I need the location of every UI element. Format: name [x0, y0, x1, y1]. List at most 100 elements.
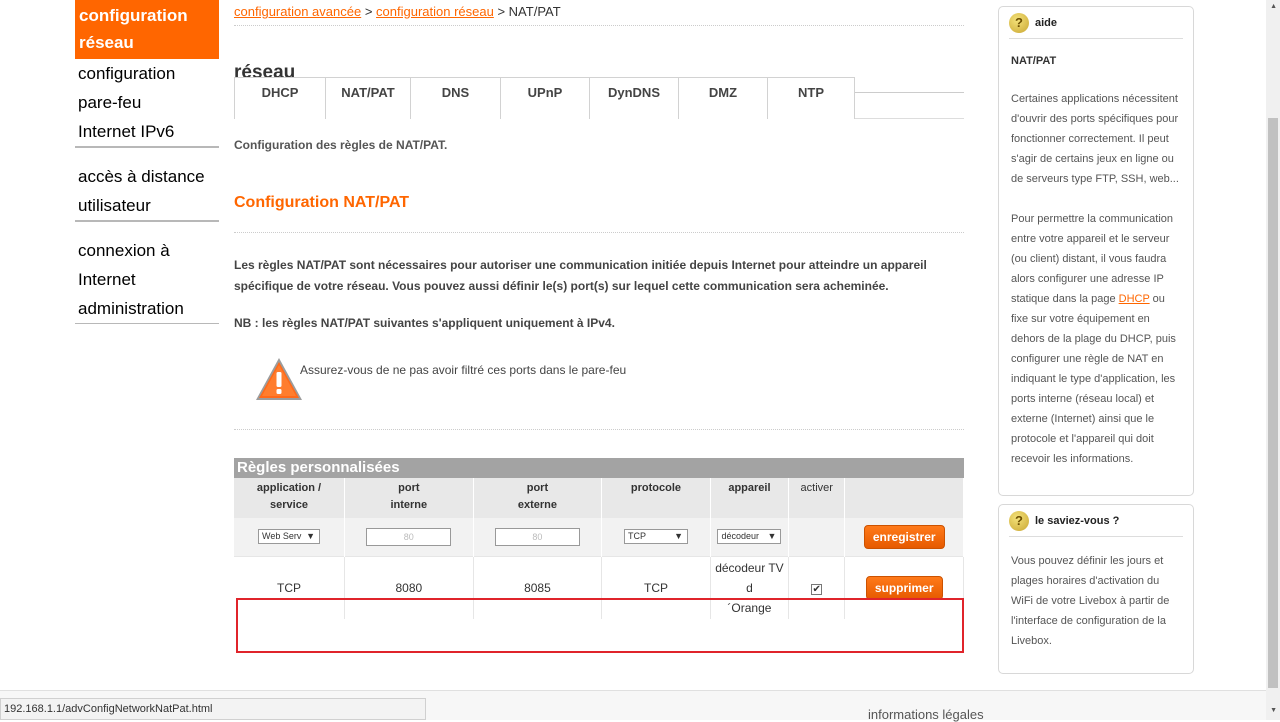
select-value: Web Serv: [262, 531, 302, 542]
device-name: ´Orange: [727, 600, 772, 615]
cell-enable: [788, 518, 846, 556]
cell-actions: supprimer: [844, 555, 964, 619]
sidebar-item-label: administration: [78, 299, 184, 318]
scroll-down-icon[interactable]: ▼: [1270, 707, 1277, 714]
sidebar-item-ipv6[interactable]: Internet IPv6: [75, 117, 219, 147]
sidebar-item-firewall[interactable]: configuration: [75, 59, 219, 88]
sidebar-item-network-config[interactable]: configuration réseau: [75, 0, 219, 59]
save-button[interactable]: enregistrer: [863, 524, 945, 549]
cell-protocol: TCP: [601, 555, 711, 619]
cell-protocol: TCP ▼: [601, 518, 711, 556]
cell-enable: ✔: [788, 555, 846, 619]
header-label: interne: [390, 499, 428, 511]
breadcrumb-separator: >: [361, 4, 377, 19]
section-title: Configuration NAT/PAT: [234, 194, 964, 233]
page-scrollbar[interactable]: ▲ ▼: [1266, 0, 1280, 720]
header-external-port: port externe: [473, 478, 603, 518]
cell-actions: enregistrer: [844, 518, 964, 556]
breadcrumb-link-advanced-config[interactable]: configuration avancée: [234, 4, 361, 19]
header-protocol: protocole: [601, 478, 711, 518]
browser-status-bar: 192.168.1.1/advConfigNetworkNatPat.html: [0, 698, 426, 720]
select-value: décodeur: [721, 531, 759, 542]
sidebar-item-user[interactable]: utilisateur: [75, 191, 219, 221]
sidebar-item-label: configuration: [78, 64, 176, 83]
breadcrumb-current: NAT/PAT: [508, 4, 561, 19]
help-panel: ? aide NAT/PAT Certaines applications né…: [998, 6, 1194, 496]
help-subtitle: NAT/PAT: [1011, 55, 1057, 67]
tip-text: Vous pouvez définir les jours et plages …: [1011, 555, 1170, 647]
help-text: Pour permettre la communication entre vo…: [1011, 213, 1174, 305]
sidebar-item-internet-connection[interactable]: connexion à: [75, 236, 219, 265]
warning-text: Assurez-vous de ne pas avoir filtré ces …: [300, 363, 627, 377]
tip-panel-title: le saviez-vous ?: [1035, 514, 1120, 527]
sidebar-item-label: configuration: [79, 6, 188, 25]
tab-nat-pat[interactable]: NAT/PAT: [325, 77, 411, 119]
header-label: port: [398, 482, 420, 494]
cell-internal-port: 80: [344, 518, 474, 556]
tab-dmz[interactable]: DMZ: [678, 77, 768, 119]
dropdown-arrow-icon: ▼: [306, 531, 315, 542]
protocol-select[interactable]: TCP ▼: [623, 529, 688, 545]
table-row: TCP 8080 8085 TCP décodeur TV d ´Orange …: [234, 555, 964, 619]
tab-bar: DHCP NAT/PAT DNS UPnP DynDNS DMZ NTP: [234, 77, 964, 119]
tip-panel-body: Vous pouvez définir les jours et plages …: [999, 537, 1193, 661]
help-paragraph: Pour permettre la communication entre vo…: [1011, 209, 1181, 469]
intro-text: Configuration des règles de NAT/PAT.: [234, 138, 448, 152]
scrollbar-thumb[interactable]: [1268, 118, 1278, 688]
scroll-up-icon[interactable]: ▲: [1270, 3, 1277, 10]
dropdown-arrow-icon: ▼: [674, 531, 683, 542]
breadcrumb-separator: >: [493, 4, 509, 19]
sidebar-item-label: accès à distance: [78, 167, 205, 186]
custom-rules-table: Règles personnalisées application / serv…: [234, 458, 964, 619]
tab-upnp[interactable]: UPnP: [500, 77, 590, 119]
tab-dns[interactable]: DNS: [410, 77, 501, 119]
warning-triangle-icon: [254, 356, 304, 402]
cell-internal-port: 8080: [344, 555, 474, 619]
table-header-row: application / service port interne port …: [234, 478, 964, 518]
select-value: TCP: [627, 531, 646, 542]
cell-service: Web Serv ▼: [234, 518, 346, 556]
tab-dyndns[interactable]: DynDNS: [589, 77, 679, 119]
cell-device: décodeur ▼: [710, 518, 790, 556]
main-content: configuration avancée > configuration ré…: [234, 0, 964, 619]
external-port-input[interactable]: 80: [494, 527, 580, 546]
header-enable: activer: [788, 478, 846, 518]
cell-device: décodeur TV d ´Orange: [710, 555, 790, 619]
sidebar-item-label: Internet IPv6: [78, 122, 175, 141]
tab-ntp[interactable]: NTP: [767, 77, 855, 119]
device-name: décodeur TV d: [715, 560, 784, 595]
header-actions: [844, 478, 964, 518]
sidebar-item-internet-connection-line2[interactable]: Internet: [75, 265, 219, 294]
sidebar-nav: configuration réseau configuration pare-…: [75, 0, 219, 324]
delete-button[interactable]: supprimer: [865, 575, 943, 600]
tab-dhcp[interactable]: DHCP: [234, 77, 326, 119]
sidebar-item-administration[interactable]: administration: [75, 294, 219, 324]
help-panel-body: NAT/PAT Certaines applications nécessite…: [999, 39, 1193, 479]
sidebar-item-remote-access[interactable]: accès à distance: [75, 162, 219, 191]
sidebar-item-label: utilisateur: [78, 196, 151, 215]
breadcrumb: configuration avancée > configuration ré…: [234, 0, 964, 26]
rules-table-title: Règles personnalisées: [234, 458, 964, 478]
sidebar-item-firewall-line2[interactable]: pare-feu: [75, 88, 219, 117]
firewall-warning: Assurez-vous de ne pas avoir filtré ces …: [234, 356, 964, 430]
internal-port-input[interactable]: 80: [366, 527, 452, 546]
description-paragraph: Les règles NAT/PAT sont nécessaires pour…: [234, 258, 927, 293]
dropdown-arrow-icon: ▼: [767, 531, 777, 542]
header-label: application /: [256, 482, 322, 494]
service-select[interactable]: Web Serv ▼: [258, 529, 320, 545]
sidebar-item-label: pare-feu: [78, 93, 142, 112]
cell-external-port: 80: [473, 518, 603, 556]
rules-table: application / service port interne port …: [234, 478, 964, 619]
help-paragraph: Certaines applications nécessitent d'ouv…: [1011, 93, 1179, 185]
device-select[interactable]: décodeur ▼: [717, 529, 782, 545]
sidebar-item-label: réseau: [79, 33, 134, 52]
dhcp-link[interactable]: DHCP: [1119, 293, 1150, 305]
cell-service: TCP: [234, 555, 346, 619]
enable-checkbox[interactable]: ✔: [811, 583, 823, 595]
breadcrumb-link-network-config[interactable]: configuration réseau: [376, 4, 494, 19]
header-application: application / service: [234, 478, 346, 518]
header-device: appareil: [710, 478, 790, 518]
header-internal-port: port interne: [344, 478, 474, 518]
help-panel-title: aide: [1035, 16, 1058, 29]
question-icon: ?: [1009, 510, 1029, 531]
